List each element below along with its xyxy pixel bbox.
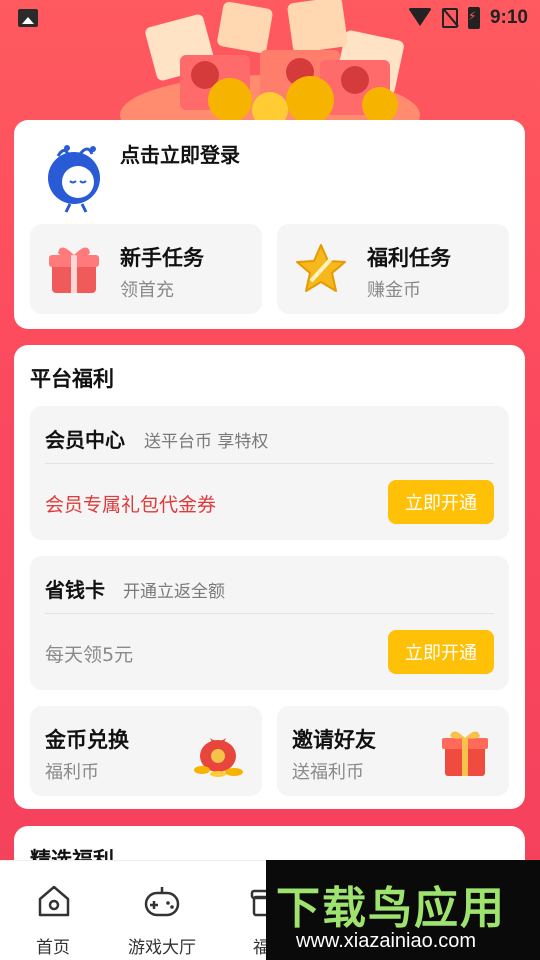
welfare-task-box[interactable]: 福利任务 赚金币 [277,224,509,314]
newbie-task-subtitle: 领首充 [120,280,174,301]
nav-game-hall-label: 游戏大厅 [128,938,196,958]
saving-card-box[interactable]: 省钱卡 开通立返全额 每天领5元 立即开通 [30,556,509,690]
watermark-url: www.xiazainiao.com [296,930,477,952]
vip-center-title: 会员中心 [45,428,125,452]
star-icon [296,244,346,292]
gamepad-icon [144,887,180,917]
status-time: 9:10 [489,7,528,28]
gift-box-icon [49,247,99,293]
coin-exchange-subtitle: 福利币 [45,762,99,783]
nav-home-label: 首页 [36,938,70,958]
home-icon [38,885,70,917]
no-sim-icon [441,8,458,28]
nav-game-hall[interactable]: 游戏大厅 [120,861,210,960]
nav-home[interactable]: 首页 [20,861,88,960]
coin-exchange-title: 金币兑换 [45,728,129,752]
divider [45,613,494,614]
newbie-task-title: 新手任务 [120,246,204,270]
saving-card-title: 省钱卡 [45,578,105,602]
watermark-title: 下载鸟应用 [276,883,506,934]
watermark: 下载鸟应用 www.xiazainiao.com [266,860,540,960]
battery-charging-icon [467,7,480,29]
gallery-notification-icon [18,9,38,27]
saving-card-desc: 每天领5元 [45,644,134,666]
money-bag-icon [194,738,243,777]
invite-friends-subtitle: 送福利币 [292,762,364,783]
vip-center-desc: 会员专属礼包代金券 [45,494,217,516]
divider [45,463,494,464]
avatar-icon[interactable] [34,134,114,214]
platform-benefits-card: 平台福利 会员中心 送平台币 享特权 会员专属礼包代金券 立即开通 省钱卡 开通… [14,345,525,809]
login-card: 新手任务 领首充 福利任务 赚金币 [14,120,525,329]
saving-card-subtitle: 开通立返全额 [123,582,225,602]
vip-open-button[interactable]: 立即开通 [388,480,494,524]
saving-open-button[interactable]: 立即开通 [388,630,494,674]
gift-box-icon [442,731,488,776]
welfare-task-title: 福利任务 [367,246,451,270]
red-envelope-gifts-illustration [120,0,420,122]
section-title: 平台福利 [30,367,114,391]
login-prompt-link[interactable]: 点击立即登录 [120,139,240,168]
welfare-task-subtitle: 赚金币 [367,280,421,301]
coin-exchange-box[interactable]: 金币兑换 福利币 [30,706,262,796]
vip-center-subtitle: 送平台币 享特权 [144,432,269,452]
vip-center-box[interactable]: 会员中心 送平台币 享特权 会员专属礼包代金券 立即开通 [30,406,509,540]
invite-friends-box[interactable]: 邀请好友 送福利币 [277,706,509,796]
invite-friends-title: 邀请好友 [292,728,376,752]
banner-illustration [120,0,420,122]
newbie-task-box[interactable]: 新手任务 领首充 [30,224,262,314]
